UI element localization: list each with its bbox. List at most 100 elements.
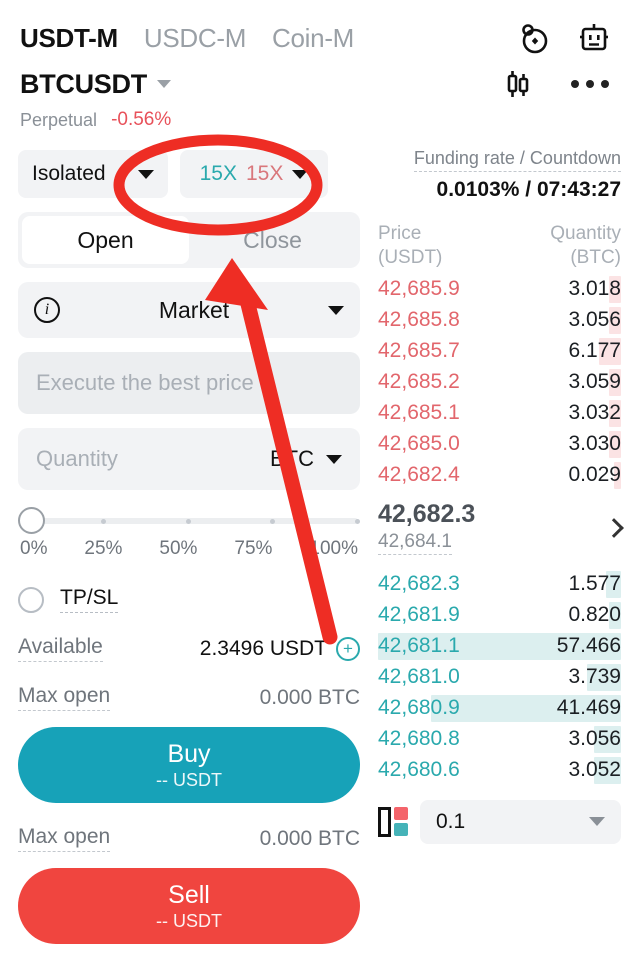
bid-quantity: 57.466 <box>556 634 621 657</box>
bid-row[interactable]: 42,681.0 3.739 <box>378 662 621 693</box>
candlestick-icon[interactable] <box>501 67 535 101</box>
tpsl-radio[interactable] <box>18 586 44 613</box>
tab-usdc-m[interactable]: USDC-M <box>144 23 246 54</box>
header-icon-group <box>517 21 615 55</box>
ask-price: 42,682.4 <box>378 463 460 486</box>
robot-icon[interactable] <box>577 21 611 55</box>
ask-quantity: 3.032 <box>568 401 621 424</box>
bid-row[interactable]: 42,681.1 57.466 <box>378 631 621 662</box>
ask-price: 42,685.9 <box>378 277 460 300</box>
column-header-quantity-unit: (BTC) <box>570 246 621 268</box>
symbol-row: BTCUSDT <box>0 62 635 104</box>
ask-row[interactable]: 42,682.4 0.029 <box>378 460 621 491</box>
max-open-buy-value: 0.000 BTC <box>259 685 360 709</box>
max-open-sell-row: Max open 0.000 BTC <box>18 825 360 852</box>
more-options-icon[interactable] <box>571 80 609 88</box>
info-icon[interactable]: i <box>34 297 60 323</box>
chevron-down-icon[interactable] <box>326 454 342 464</box>
chevron-down-icon[interactable] <box>156 80 171 88</box>
ask-row[interactable]: 42,685.8 3.056 <box>378 305 621 336</box>
ask-row[interactable]: 42,685.2 3.059 <box>378 367 621 398</box>
open-close-tabs: Open Close <box>18 212 360 268</box>
price-placeholder: Execute the best price <box>36 370 254 395</box>
slider-handle[interactable] <box>18 507 45 534</box>
ask-price: 42,685.0 <box>378 432 460 455</box>
ask-row[interactable]: 42,685.7 6.177 <box>378 336 621 367</box>
tpsl-label: TP/SL <box>60 586 119 613</box>
leverage-selector[interactable]: 15X 15X <box>180 150 328 198</box>
symbol-icon-group <box>501 67 615 101</box>
mid-price-row[interactable]: 42,682.3 42,684.1 <box>378 491 624 565</box>
ask-price: 42,685.7 <box>378 339 460 362</box>
bid-price: 42,680.8 <box>378 727 460 750</box>
tick-size-bar: 0.1 <box>378 799 621 844</box>
quantity-placeholder: Quantity <box>36 446 118 471</box>
chevron-down-icon <box>589 817 605 826</box>
bid-price: 42,681.1 <box>378 634 460 657</box>
tick-size-selector[interactable]: 0.1 <box>420 799 621 844</box>
available-row: Available 2.3496 USDT + <box>18 635 360 662</box>
bid-quantity: 3.052 <box>568 758 621 781</box>
max-open-buy-row: Max open 0.000 BTC <box>18 684 360 711</box>
column-header-price: Price <box>378 223 422 244</box>
symbol-name[interactable]: BTCUSDT <box>20 69 147 100</box>
bid-row[interactable]: 42,681.9 0.820 <box>378 600 621 631</box>
chevron-down-icon <box>292 169 309 179</box>
ask-quantity: 3.030 <box>568 432 621 455</box>
bid-row[interactable]: 42,680.9 41.469 <box>378 693 621 724</box>
buy-button[interactable]: Buy -- USDT <box>18 727 360 803</box>
slider-tick-25: 25% <box>84 538 123 559</box>
buy-sublabel: -- USDT <box>156 769 222 790</box>
sell-sublabel: -- USDT <box>156 910 222 931</box>
mid-price-value: 42,682.3 <box>378 500 476 528</box>
slider-tick-100: 100% <box>309 538 358 559</box>
funding-rate-label[interactable]: Funding rate / Countdown <box>413 148 621 172</box>
leverage-long-value: 15X <box>199 162 237 185</box>
tab-usdt-m[interactable]: USDT-M <box>20 23 118 54</box>
tab-close[interactable]: Close <box>189 216 356 264</box>
market-type-tabs: USDT-M USDC-M Coin-M <box>0 0 635 62</box>
add-funds-icon[interactable]: + <box>336 636 360 661</box>
ask-row[interactable]: 42,685.0 3.030 <box>378 429 621 460</box>
chevron-right-icon[interactable] <box>604 517 624 538</box>
margin-mode-selector[interactable]: Isolated <box>18 150 168 198</box>
slider-track[interactable] <box>18 507 360 534</box>
bid-quantity: 1.577 <box>568 572 621 595</box>
max-open-sell-label: Max open <box>18 825 111 852</box>
ask-quantity: 6.177 <box>568 339 621 362</box>
ask-price: 42,685.8 <box>378 308 460 331</box>
bid-row[interactable]: 42,682.3 1.577 <box>378 569 621 600</box>
buy-label: Buy <box>167 739 211 768</box>
bid-price: 42,681.0 <box>378 665 460 688</box>
tpsl-toggle[interactable]: TP/SL <box>18 586 360 613</box>
ask-quantity: 3.056 <box>568 308 621 331</box>
ask-row[interactable]: 42,685.9 3.018 <box>378 274 621 305</box>
sell-label: Sell <box>168 880 210 909</box>
price-input[interactable]: Execute the best price <box>18 352 360 414</box>
margin-mode-label: Isolated <box>32 162 106 185</box>
chevron-down-icon <box>138 169 154 179</box>
timer-icon[interactable] <box>517 21 551 55</box>
tab-coin-m[interactable]: Coin-M <box>272 23 354 54</box>
order-type-selector[interactable]: i Market <box>18 282 360 338</box>
ask-row[interactable]: 42,685.1 3.032 <box>378 398 621 429</box>
quantity-input[interactable]: Quantity BTC <box>18 428 360 490</box>
amount-slider[interactable]: 0% 25% 50% 75% 100% <box>18 507 360 560</box>
bid-price: 42,681.9 <box>378 603 460 626</box>
bid-quantity: 41.469 <box>556 696 621 719</box>
ask-price: 42,685.1 <box>378 401 460 424</box>
sell-button[interactable]: Sell -- USDT <box>18 868 360 944</box>
order-book-panel: Funding rate / Countdown 0.0103% / 07:43… <box>378 144 635 944</box>
chevron-down-icon <box>328 305 344 315</box>
depth-view-icon[interactable] <box>378 806 408 837</box>
symbol-meta-row: Perpetual -0.56% <box>0 104 635 134</box>
ask-quantity: 3.018 <box>568 277 621 300</box>
tab-open[interactable]: Open <box>22 216 189 264</box>
ask-quantity: 3.059 <box>568 370 621 393</box>
ask-price: 42,685.2 <box>378 370 460 393</box>
bid-row[interactable]: 42,680.8 3.056 <box>378 724 621 755</box>
slider-tick-labels: 0% 25% 50% 75% 100% <box>20 538 358 560</box>
slider-tick-75: 75% <box>234 538 273 559</box>
bid-row[interactable]: 42,680.6 3.052 <box>378 755 621 786</box>
quantity-unit-label: BTC <box>270 446 314 471</box>
